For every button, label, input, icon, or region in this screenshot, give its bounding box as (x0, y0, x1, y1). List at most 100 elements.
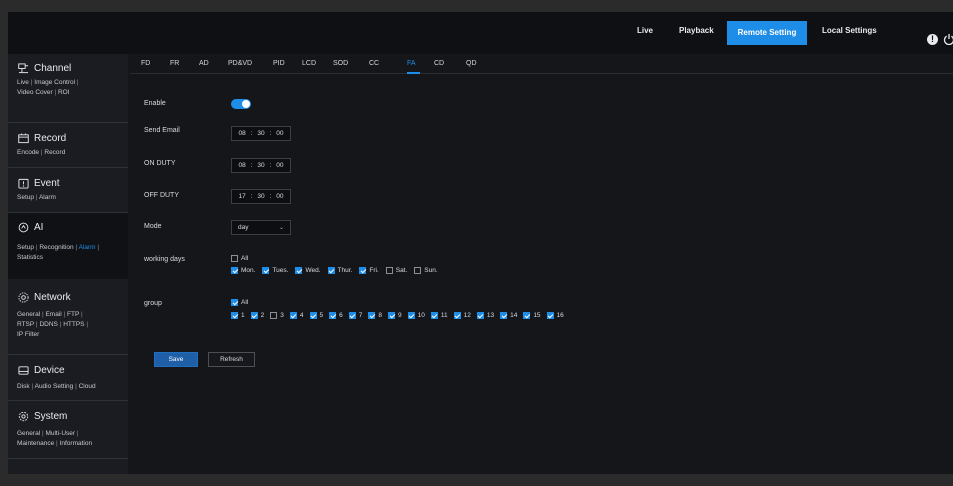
sidebar-header-ai[interactable]: AI (8, 217, 128, 237)
group-13[interactable]: 13 (476, 312, 494, 319)
nav-remote-setting[interactable]: Remote Setting (727, 21, 807, 45)
checkbox-day[interactable] (295, 267, 303, 274)
group-2[interactable]: 2 (250, 312, 264, 319)
link-channel-video-cover[interactable]: Video Cover (17, 89, 53, 96)
on-duty-time-input[interactable]: 08 : 30 : 00 (231, 158, 291, 173)
sidebar-header-record[interactable]: Record (8, 128, 128, 148)
day-wed[interactable]: Wed. (295, 267, 321, 274)
tab-sod[interactable]: SOD (333, 60, 348, 67)
group-15[interactable]: 15 (523, 312, 541, 319)
link-network-general[interactable]: General (17, 311, 40, 318)
checkbox-group[interactable] (500, 312, 508, 319)
nav-live[interactable]: Live (637, 26, 653, 35)
link-system-information[interactable]: Information (60, 440, 93, 447)
link-system-general[interactable]: General (17, 430, 40, 437)
checkbox-group[interactable] (388, 312, 395, 319)
tab-pd-vd[interactable]: PD&VD (228, 60, 252, 67)
enable-toggle[interactable] (231, 99, 251, 109)
day-mon[interactable]: Mon. (231, 267, 255, 274)
sidebar-header-system[interactable]: System (8, 406, 128, 426)
checkbox-group[interactable] (368, 312, 376, 319)
checkbox-group[interactable] (309, 312, 317, 319)
group-6[interactable]: 6 (329, 312, 343, 319)
link-ai-alarm[interactable]: Alarm (79, 244, 96, 251)
day-sun[interactable]: Sun. (414, 267, 438, 274)
tab-cd[interactable]: CD (434, 60, 444, 67)
checkbox-group[interactable] (289, 312, 297, 319)
group-8[interactable]: 8 (368, 312, 382, 319)
checkbox-day[interactable] (231, 267, 238, 274)
checkbox-working-days-all[interactable] (231, 255, 238, 262)
checkbox-day[interactable] (385, 267, 393, 274)
checkbox-group[interactable] (523, 312, 531, 319)
checkbox-group[interactable] (453, 312, 461, 319)
link-device-cloud[interactable]: Cloud (79, 383, 96, 390)
group-all[interactable]: All (231, 299, 248, 306)
working-days-all[interactable]: All (231, 255, 248, 262)
info-icon[interactable]: ! (927, 34, 938, 45)
link-network-email[interactable]: Email (45, 311, 61, 318)
group-14[interactable]: 14 (500, 312, 517, 319)
group-10[interactable]: 10 (407, 312, 425, 319)
checkbox-day[interactable] (359, 267, 367, 274)
tab-lcd[interactable]: LCD (302, 60, 316, 67)
checkbox-group[interactable] (270, 312, 278, 319)
checkbox-group[interactable] (250, 312, 258, 319)
link-system-multi-user[interactable]: Multi-User (45, 430, 75, 437)
checkbox-day[interactable] (262, 267, 270, 274)
sidebar-header-channel[interactable]: Channel (8, 58, 128, 78)
nav-local-settings[interactable]: Local Settings (822, 26, 877, 35)
link-network-ddns[interactable]: DDNS (39, 321, 57, 328)
link-ai-recognition[interactable]: Recognition (39, 244, 73, 251)
group-3[interactable]: 3 (270, 312, 284, 319)
power-icon[interactable] (943, 33, 953, 45)
link-event-setup[interactable]: Setup (17, 194, 34, 201)
link-event-alarm[interactable]: Alarm (39, 194, 56, 201)
refresh-button[interactable]: Refresh (208, 352, 255, 367)
link-channel-image-control[interactable]: Image Control (34, 79, 75, 86)
checkbox-group[interactable] (407, 312, 415, 319)
link-network-ip-filter[interactable]: IP Filter (17, 331, 39, 338)
checkbox-group[interactable] (476, 312, 484, 319)
link-network-ftp[interactable]: FTP (67, 311, 79, 318)
link-network-https[interactable]: HTTPS (63, 321, 84, 328)
tab-fd[interactable]: FD (141, 60, 150, 67)
link-channel-live[interactable]: Live (17, 79, 29, 86)
send-email-time-input[interactable]: 08 : 30 : 00 (231, 126, 291, 141)
group-9[interactable]: 9 (388, 312, 402, 319)
tab-ad[interactable]: AD (199, 60, 209, 67)
group-5[interactable]: 5 (309, 312, 323, 319)
link-network-rtsp[interactable]: RTSP (17, 321, 34, 328)
link-device-audio-setting[interactable]: Audio Setting (35, 383, 74, 390)
checkbox-group[interactable] (430, 312, 438, 319)
nav-playback[interactable]: Playback (679, 26, 714, 35)
mode-select[interactable]: day ⌄ (231, 220, 291, 235)
checkbox-group[interactable] (329, 312, 337, 319)
checkbox-group-all[interactable] (231, 299, 238, 306)
link-ai-setup[interactable]: Setup (17, 244, 34, 251)
group-4[interactable]: 4 (289, 312, 304, 319)
checkbox-group[interactable] (348, 312, 356, 319)
group-12[interactable]: 12 (453, 312, 471, 319)
group-7[interactable]: 7 (348, 312, 362, 319)
link-record-encode[interactable]: Encode (17, 149, 39, 156)
tab-cc[interactable]: CC (369, 60, 379, 67)
tab-pid[interactable]: PID (273, 60, 285, 67)
group-11[interactable]: 11 (430, 312, 448, 319)
group-16[interactable]: 16 (546, 312, 564, 319)
tab-fr[interactable]: FR (170, 60, 179, 67)
checkbox-group[interactable] (546, 312, 554, 319)
sidebar-header-device[interactable]: Device (8, 360, 128, 380)
checkbox-group[interactable] (231, 312, 238, 319)
day-thur[interactable]: Thur. (327, 267, 352, 274)
day-sat[interactable]: Sat. (385, 267, 407, 274)
checkbox-day[interactable] (327, 267, 335, 274)
tab-fa[interactable]: FA (407, 60, 416, 67)
sidebar-header-network[interactable]: Network (8, 287, 128, 307)
day-tues[interactable]: Tues. (262, 267, 288, 274)
save-button[interactable]: Save (154, 352, 198, 367)
off-duty-time-input[interactable]: 17 : 30 : 00 (231, 189, 291, 204)
link-channel-roi[interactable]: ROI (58, 89, 70, 96)
tab-qd[interactable]: QD (466, 60, 477, 67)
link-system-maintenance[interactable]: Maintenance (17, 440, 54, 447)
